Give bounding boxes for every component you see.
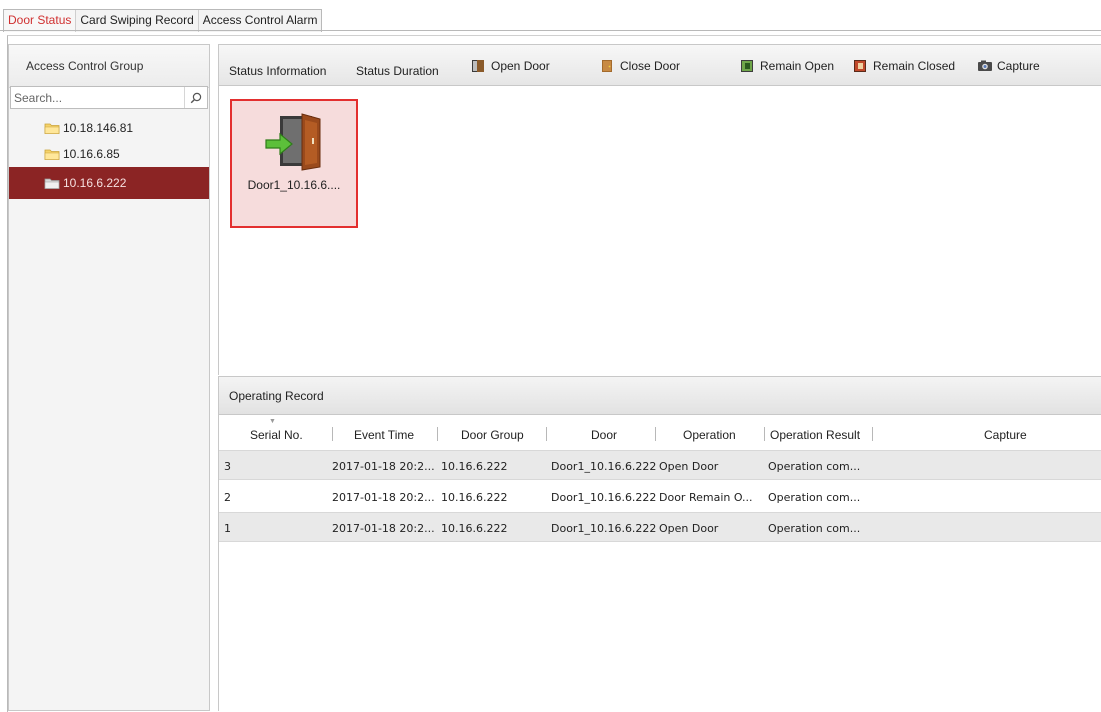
remain-closed-label: Remain Closed	[873, 59, 956, 73]
column-header-operation-result[interactable]: Operation Result	[770, 428, 860, 442]
cell-operation-result: Operation com...	[768, 491, 861, 504]
cell-operation-result: Operation com...	[768, 522, 861, 535]
folder-icon	[44, 123, 60, 134]
remain-closed-button[interactable]: Remain Closed	[853, 54, 955, 78]
cell-operation-result: Operation com...	[768, 460, 861, 473]
column-header-event-time[interactable]: Event Time	[354, 428, 414, 442]
cell-door: Door1_10.16.6.222	[551, 491, 657, 504]
door-label: Door1_10.16.6....	[247, 178, 341, 192]
capture-label: Capture	[997, 59, 1040, 73]
column-separator	[437, 427, 438, 441]
door-open-icon	[265, 113, 321, 171]
cell-door: Door1_10.16.6.222	[551, 460, 657, 473]
close-door-label: Close Door	[620, 59, 681, 73]
cell-serial: 1	[224, 522, 231, 535]
door-card[interactable]: Door1_10.16.6....	[230, 99, 358, 228]
cell-serial: 3	[224, 460, 231, 473]
cell-operation: Open Door	[659, 460, 719, 473]
table-row[interactable]: 3 2017-01-18 20:2... 10.16.6.222 Door1_1…	[219, 450, 1101, 480]
tree-item-label: 10.16.6.222	[63, 176, 127, 190]
status-duration-button[interactable]: Status Duration	[356, 59, 439, 83]
search-button[interactable]	[184, 87, 207, 108]
device-tree: 10.18.146.81 10.16.6.85 10.16.6.222	[9, 115, 209, 199]
cell-door-group: 10.16.6.222	[441, 491, 508, 504]
camera-icon	[978, 60, 992, 71]
column-header-door-group[interactable]: Door Group	[461, 428, 524, 442]
cell-door: Door1_10.16.6.222	[551, 522, 657, 535]
tree-item-label: 10.18.146.81	[63, 121, 134, 135]
column-header-operation[interactable]: Operation	[683, 428, 736, 442]
table-row[interactable]: 2 2017-01-18 20:2... 10.16.6.222 Door1_1…	[219, 482, 1101, 512]
column-separator	[546, 427, 547, 441]
operating-record-header: Operating Record	[218, 376, 1101, 415]
tab-access-control-alarm[interactable]: Access Control Alarm	[199, 10, 322, 32]
tree-item-10-16-6-85[interactable]: 10.16.6.85	[9, 141, 209, 167]
open-door-label: Open Door	[491, 59, 550, 73]
close-door-button[interactable]: Close Door	[600, 54, 680, 78]
access-control-group-panel: Access Control Group 10.18.146.81 10.16.…	[8, 44, 210, 711]
sort-indicator-icon: ▼	[269, 418, 276, 425]
table-header: ▼ Serial No. Event Time Door Group Door …	[219, 415, 1101, 451]
cell-door-group: 10.16.6.222	[441, 522, 508, 535]
tree-item-label: 10.16.6.85	[63, 147, 120, 161]
tab-strip: Door Status Card Swiping Record Access C…	[3, 9, 323, 32]
tab-card-swiping-record[interactable]: Card Swiping Record	[76, 10, 199, 32]
tab-divider	[0, 30, 1101, 31]
column-header-serial-no[interactable]: Serial No.	[250, 428, 303, 442]
door-toolbar: Status Information Status Duration Open …	[218, 44, 1101, 86]
folder-icon	[44, 149, 60, 160]
column-header-capture[interactable]: Capture	[984, 428, 1027, 442]
door-display-area: Door1_10.16.6....	[218, 86, 1101, 375]
remain-closed-icon	[854, 60, 866, 72]
search-input[interactable]	[14, 89, 174, 106]
status-information-button[interactable]: Status Information	[229, 59, 326, 83]
tab-bar: Door Status Card Swiping Record Access C…	[0, 0, 1101, 32]
column-separator	[764, 427, 765, 441]
remain-open-label: Remain Open	[760, 59, 835, 73]
remain-open-button[interactable]: Remain Open	[740, 54, 834, 78]
capture-button[interactable]: Capture	[977, 54, 1040, 78]
column-separator	[872, 427, 873, 441]
operating-record-table: ▼ Serial No. Event Time Door Group Door …	[218, 415, 1101, 711]
table-row[interactable]: 1 2017-01-18 20:2... 10.16.6.222 Door1_1…	[219, 512, 1101, 542]
column-header-door[interactable]: Door	[591, 428, 617, 442]
cell-operation: Open Door	[659, 522, 719, 535]
folder-icon	[44, 178, 60, 189]
cell-operation: Door Remain O...	[659, 491, 753, 504]
tree-item-10-16-6-222[interactable]: 10.16.6.222	[9, 167, 209, 199]
close-door-icon	[602, 60, 612, 72]
open-door-button[interactable]: Open Door	[471, 54, 550, 78]
cell-event-time: 2017-01-18 20:2...	[332, 491, 435, 504]
remain-open-icon	[741, 60, 753, 72]
cell-door-group: 10.16.6.222	[441, 460, 508, 473]
open-door-icon	[472, 60, 484, 72]
column-separator	[655, 427, 656, 441]
cell-event-time: 2017-01-18 20:2...	[332, 522, 435, 535]
panel-title: Access Control Group	[9, 45, 209, 88]
tree-item-10-18-146-81[interactable]: 10.18.146.81	[9, 115, 209, 141]
tab-door-status[interactable]: Door Status	[4, 10, 77, 32]
cell-event-time: 2017-01-18 20:2...	[332, 460, 435, 473]
search-icon	[190, 92, 202, 103]
cell-serial: 2	[224, 491, 231, 504]
column-separator	[332, 427, 333, 441]
search-box	[10, 86, 208, 109]
